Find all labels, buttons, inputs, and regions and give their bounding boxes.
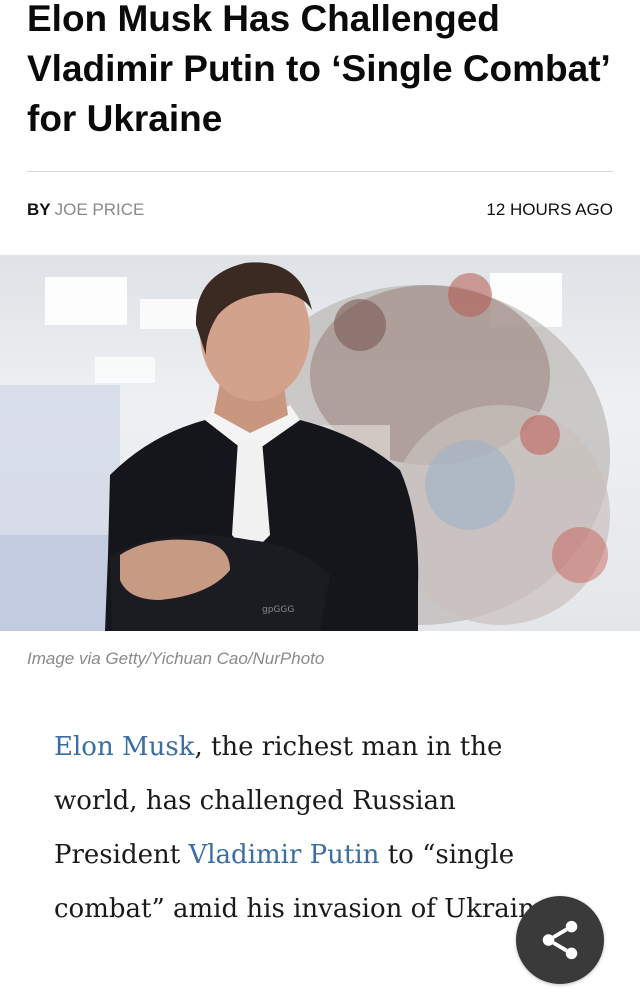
link-vladimir-putin[interactable]: Vladimir Putin xyxy=(188,840,379,870)
hero-image: gpGGG xyxy=(0,255,640,631)
byline: BY JOE PRICE 12 HOURS AGO xyxy=(27,200,613,220)
share-button[interactable] xyxy=(516,896,604,984)
author-link[interactable]: JOE PRICE xyxy=(55,200,145,219)
link-elon-musk[interactable]: Elon Musk xyxy=(54,732,194,762)
article-body: Elon Musk, the richest man in the world,… xyxy=(54,720,584,936)
hero-photo-illustration: gpGGG xyxy=(0,262,610,631)
share-icon xyxy=(542,920,578,960)
divider xyxy=(27,171,613,172)
author-block: BY JOE PRICE xyxy=(27,200,144,220)
timestamp: 12 HOURS AGO xyxy=(486,200,613,219)
image-caption: Image via Getty/Yichuan Cao/NurPhoto xyxy=(27,649,325,668)
jacket-pin-text: gpGGG xyxy=(262,605,294,615)
byline-prefix: BY xyxy=(27,200,51,219)
article-headline: Elon Musk Has Challenged Vladimir Putin … xyxy=(27,0,609,139)
